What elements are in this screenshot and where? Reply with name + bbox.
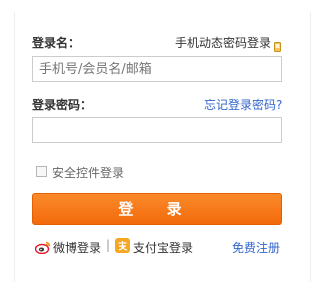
username-label: 登录名： [32, 36, 81, 50]
login-button[interactable]: 登 录 [32, 193, 282, 225]
forgot-password-link[interactable]: 忘记登录密码? [204, 96, 282, 113]
password-label: 登录密码： [32, 98, 93, 112]
alipay-icon [115, 238, 130, 253]
username-input[interactable] [32, 56, 282, 82]
weibo-login-link[interactable]: 微博登录 [53, 239, 101, 256]
password-input[interactable] [32, 117, 282, 143]
register-link[interactable]: 免费注册 [232, 239, 280, 256]
mobile-password-login-link[interactable]: 手机动态密码登录 [175, 34, 271, 51]
login-panel: 登录名： 手机动态密码登录 登录密码： 忘记登录密码? 安全控件登录 登 录 微… [14, 12, 311, 282]
weibo-icon [34, 239, 51, 255]
secure-login-label: 安全控件登录 [52, 166, 125, 180]
secure-login-checkbox[interactable] [36, 166, 47, 177]
login-button-label: 登 录 [118, 200, 196, 218]
alipay-login-link[interactable]: 支付宝登录 [133, 239, 193, 256]
mobile-phone-icon [274, 37, 281, 52]
footer-separator: | [106, 238, 111, 252]
